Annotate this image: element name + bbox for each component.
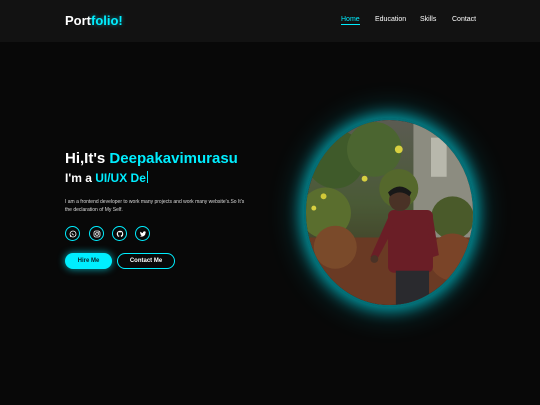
hero-greeting: Hi,It's Deepakavimurasu	[65, 150, 295, 168]
twitter-icon	[139, 230, 146, 237]
nav-links: Home Education Skills Contact	[0, 16, 540, 30]
hero-section: Hi,It's Deepakavimurasu I'm a UI/UX De I…	[65, 150, 295, 269]
hero-role: I'm a UI/UX De	[65, 170, 295, 186]
nav-education[interactable]: Education	[375, 16, 406, 23]
nav-home[interactable]: Home	[341, 16, 360, 25]
profile-photo	[304, 118, 475, 307]
nav-skills[interactable]: Skills	[420, 16, 436, 23]
greeting-text: Hi,It's	[65, 150, 110, 167]
github-link[interactable]	[112, 226, 127, 241]
profile-photo-image	[306, 120, 473, 305]
role-prefix: I'm a	[65, 171, 96, 185]
navbar: Portfolio! Home Education Skills Contact	[0, 0, 540, 42]
hero-description: I am a frontend developer to work many p…	[65, 199, 245, 213]
hire-me-button[interactable]: Hire Me	[65, 253, 112, 269]
hero-name: Deepakavimurasu	[109, 150, 238, 167]
instagram-link[interactable]	[89, 226, 104, 241]
whatsapp-link[interactable]	[65, 226, 80, 241]
typing-cursor	[146, 171, 148, 183]
whatsapp-icon	[69, 230, 76, 237]
nav-contact[interactable]: Contact	[452, 16, 476, 23]
role-typed: UI/UX De	[95, 171, 146, 185]
instagram-icon	[93, 230, 100, 237]
social-links	[65, 226, 265, 244]
twitter-link[interactable]	[135, 226, 150, 241]
hero-buttons: Hire Me Contact Me	[65, 253, 265, 271]
github-icon	[116, 230, 123, 237]
contact-me-button[interactable]: Contact Me	[117, 253, 175, 269]
